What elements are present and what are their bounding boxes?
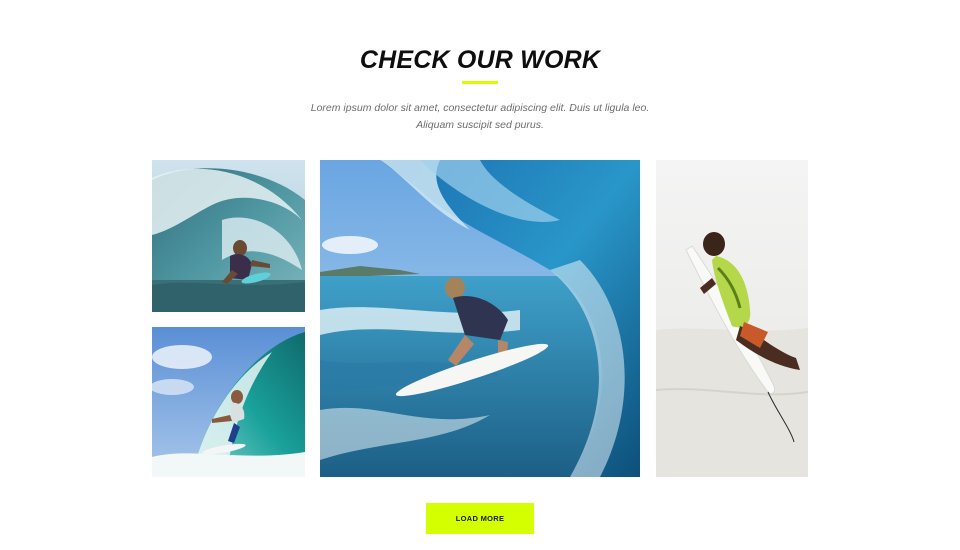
gallery-image-4[interactable] — [656, 160, 808, 477]
gallery-image-2-graphic — [152, 327, 305, 477]
gallery-image-3-graphic — [320, 160, 640, 477]
gallery-image-4-graphic — [656, 160, 808, 477]
gallery-image-1[interactable] — [152, 160, 305, 312]
gallery-image-2[interactable] — [152, 327, 305, 477]
gallery-image-1-graphic — [152, 160, 305, 312]
description-line-1: Lorem ipsum dolor sit amet, consectetur … — [310, 102, 650, 114]
section-title: CHECK OUR WORK — [359, 46, 601, 74]
gallery-image-3[interactable] — [320, 160, 640, 477]
load-more-button[interactable]: LOAD MORE — [426, 503, 534, 534]
title-underline — [462, 81, 498, 84]
description-line-2: Aliquam suscipit sed purus. — [416, 119, 544, 131]
section-description: Lorem ipsum dolor sit amet, consectetur … — [0, 100, 960, 134]
